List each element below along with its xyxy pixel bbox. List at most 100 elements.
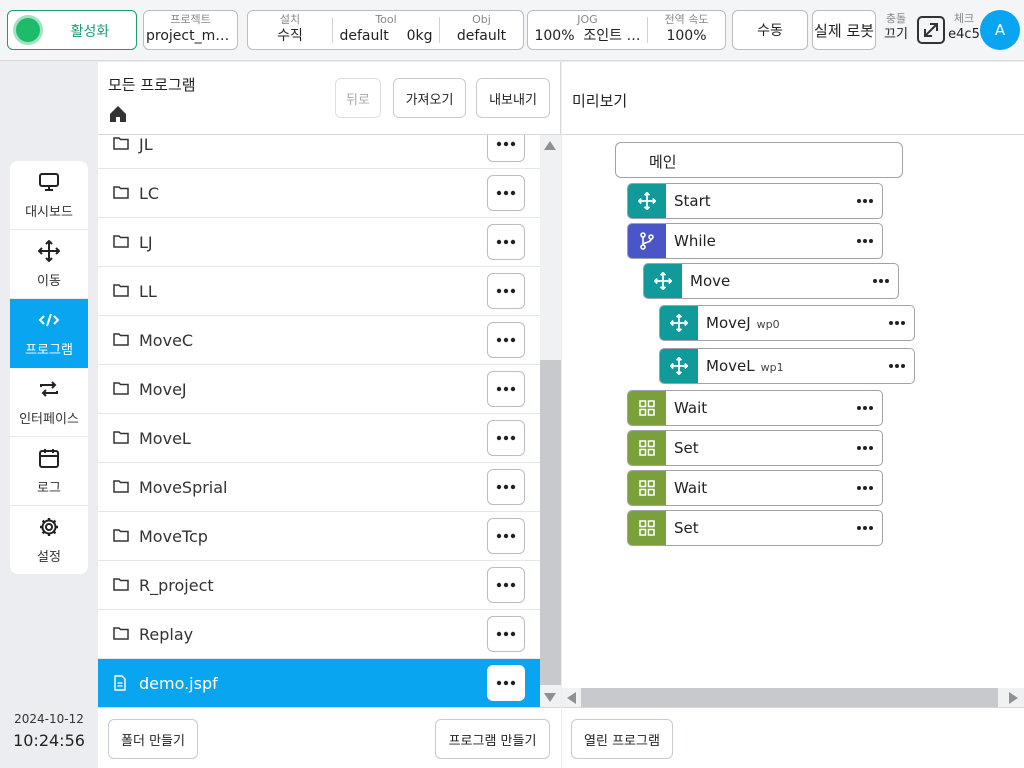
gear-icon: [40, 518, 58, 536]
more-options-button[interactable]: [487, 469, 525, 505]
tree-node-set[interactable]: Set: [627, 430, 883, 466]
more-dots-icon[interactable]: [856, 439, 874, 455]
file-list-folder-row[interactable]: MoveJ: [98, 365, 540, 414]
avatar[interactable]: A: [980, 10, 1020, 50]
file-list-folder-row[interactable]: R_project: [98, 561, 540, 610]
tree-node-wait[interactable]: Wait: [627, 470, 883, 506]
scroll-right-icon[interactable]: [1009, 692, 1018, 704]
nav-item-settings[interactable]: 설정: [10, 506, 88, 574]
file-name: R_project: [139, 576, 214, 595]
install-tool-obj-group[interactable]: 설치 수직 Tool default 0kg Obj default: [247, 10, 524, 50]
folder-icon: [113, 136, 129, 154]
scrollbar-thumb[interactable]: [540, 360, 561, 685]
file-list-folder-row[interactable]: LC: [98, 169, 540, 218]
nav-item-dashboard[interactable]: 대시보드: [10, 161, 88, 230]
more-dots-icon[interactable]: [872, 272, 890, 288]
nav-item-interface[interactable]: 인터페이스: [10, 368, 88, 437]
more-options-button[interactable]: [487, 371, 525, 407]
scroll-down-icon[interactable]: [544, 693, 556, 702]
scroll-up-icon[interactable]: [544, 141, 556, 150]
more-options-button[interactable]: [487, 518, 525, 554]
more-dots-icon: [496, 190, 516, 196]
file-list-folder-row[interactable]: MoveC: [98, 316, 540, 365]
activate-button[interactable]: 활성화: [7, 10, 137, 50]
make-folder-button[interactable]: 폴더 만들기: [108, 719, 198, 759]
project-key: 프로젝트: [170, 13, 211, 26]
import-button[interactable]: 가져오기: [393, 78, 466, 118]
global-speed-key: 전역 속도: [664, 13, 709, 26]
home-icon[interactable]: [108, 104, 128, 128]
activate-label: 활성화: [70, 24, 110, 40]
nav-item-program[interactable]: 프로그램: [10, 299, 88, 368]
tree-node-wait[interactable]: Wait: [627, 390, 883, 426]
grid-icon: [628, 431, 666, 465]
expand-icon[interactable]: [916, 15, 946, 45]
file-list-folder-row[interactable]: MoveSprial: [98, 463, 540, 512]
file-list-folder-row[interactable]: LJ: [98, 218, 540, 267]
scroll-left-icon[interactable]: [567, 692, 576, 704]
more-dots-icon[interactable]: [856, 232, 874, 248]
jog-pct-value: 100%: [534, 28, 575, 44]
collision-value: 끄기: [884, 27, 908, 42]
more-options-button[interactable]: [487, 135, 525, 162]
scrollbar-thumb[interactable]: [581, 688, 998, 707]
tree-node-move[interactable]: Move: [643, 263, 899, 299]
nav-item-log[interactable]: 로그: [10, 437, 88, 506]
more-dots-icon[interactable]: [856, 192, 874, 208]
more-options-button[interactable]: [487, 567, 525, 603]
check-status[interactable]: 체크 e4c5: [946, 12, 982, 44]
more-options-button[interactable]: [487, 616, 525, 652]
more-dots-icon[interactable]: [888, 314, 906, 330]
export-button[interactable]: 내보내기: [476, 78, 550, 118]
file-list-folder-row[interactable]: MoveTcp: [98, 512, 540, 561]
file-list-file-row[interactable]: demo.jspf: [98, 659, 540, 707]
jog-speed-group[interactable]: JOG 100% 조인트 … 전역 속도 100%: [527, 10, 726, 50]
tree-node-label: Wait: [674, 399, 707, 417]
preview-horizontal-scrollbar[interactable]: [562, 688, 1024, 707]
tree-node-start[interactable]: Start: [627, 183, 883, 219]
file-icon: [113, 675, 127, 695]
more-dots-icon[interactable]: [856, 479, 874, 495]
preview-panel: 미리보기 메인 Start While Move MoveJ wp0 MoveL wp1 Wa…: [562, 62, 1024, 768]
move-arrows-icon: [38, 240, 60, 262]
move-arrows-icon: [660, 306, 698, 340]
manual-mode-button[interactable]: 수동: [732, 10, 808, 50]
more-dots-icon[interactable]: [888, 357, 906, 373]
move-arrows-icon: [660, 349, 698, 383]
more-options-button[interactable]: [487, 322, 525, 358]
more-options-button[interactable]: [487, 175, 525, 211]
more-dots-icon: [496, 239, 516, 245]
more-options-button[interactable]: [487, 420, 525, 456]
tree-node-movel[interactable]: MoveL wp1: [659, 348, 915, 384]
back-button[interactable]: 뒤로: [335, 78, 381, 118]
tree-node-waypoint: wp1: [760, 361, 784, 374]
program-file-panel: 모든 프로그램 뒤로 가져오기 내보내기 JL LC LJ LL MoveC MoveJ M…: [98, 62, 561, 768]
file-list-folder-row[interactable]: JL: [98, 135, 540, 169]
open-program-button[interactable]: 열린 프로그램: [571, 719, 673, 759]
file-name: JL: [139, 135, 153, 154]
tree-node-movej[interactable]: MoveJ wp0: [659, 305, 915, 341]
collision-status[interactable]: 충돌 끄기: [880, 12, 912, 44]
file-list-folder-row[interactable]: Replay: [98, 610, 540, 659]
file-list-folder-row[interactable]: LL: [98, 267, 540, 316]
real-robot-button[interactable]: 실제 로봇: [812, 10, 876, 50]
more-options-button[interactable]: [487, 665, 525, 701]
more-options-button[interactable]: [487, 224, 525, 260]
more-dots-icon[interactable]: [856, 399, 874, 415]
tree-node-title: Set: [674, 519, 699, 537]
file-name: MoveTcp: [139, 527, 208, 546]
tree-node-waypoint: wp0: [756, 318, 780, 331]
nav-item-move[interactable]: 이동: [10, 230, 88, 299]
move-arrows-icon: [628, 184, 666, 218]
folder-icon: [113, 185, 129, 203]
tree-main-node[interactable]: 메인: [615, 142, 903, 178]
file-list-folder-row[interactable]: MoveL: [98, 414, 540, 463]
tree-node-set[interactable]: Set: [627, 510, 883, 546]
project-selector[interactable]: 프로젝트 project_mo…: [143, 10, 238, 50]
make-program-button[interactable]: 프로그램 만들기: [435, 719, 550, 759]
tree-node-while[interactable]: While: [627, 223, 883, 259]
file-list-scrollbar[interactable]: [540, 135, 561, 707]
nav-label-log: 로그: [37, 481, 61, 496]
more-dots-icon[interactable]: [856, 519, 874, 535]
more-options-button[interactable]: [487, 273, 525, 309]
